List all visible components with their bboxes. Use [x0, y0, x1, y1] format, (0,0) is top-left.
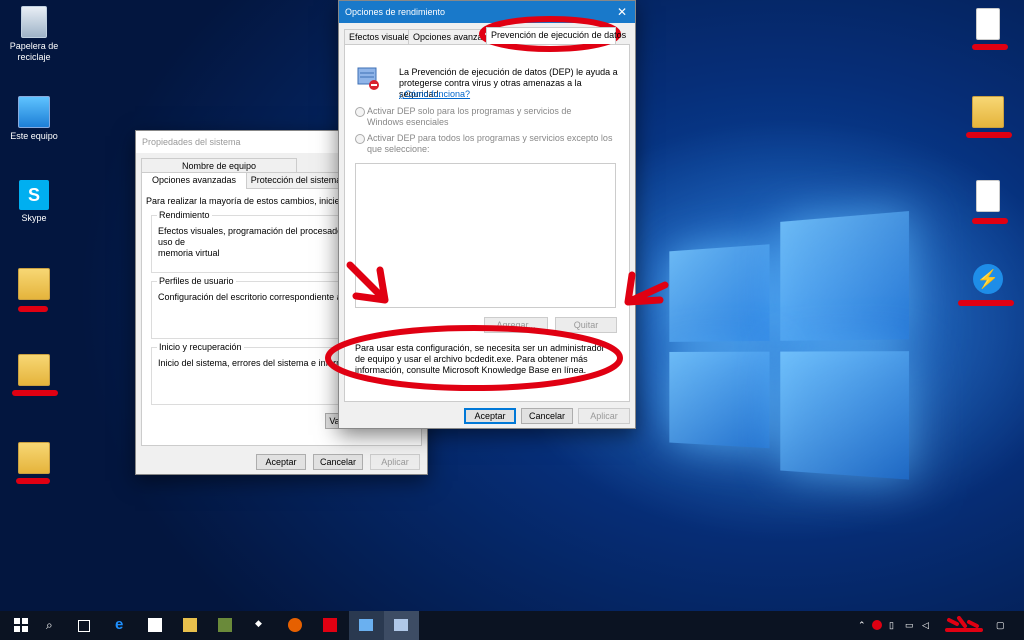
- taskbar-item-active[interactable]: [349, 611, 384, 640]
- app-icon[interactable]: [218, 618, 232, 632]
- annotation-arrow-left: [346, 261, 389, 304]
- annotation-circle-note: [325, 325, 623, 391]
- annotation-arrow-right: [624, 271, 669, 306]
- taskbar-item-active[interactable]: [384, 611, 419, 640]
- chevron-up-icon[interactable]: ⌃: [858, 620, 866, 631]
- task-view-icon[interactable]: [78, 620, 90, 632]
- network-icon[interactable]: ▯: [889, 620, 894, 631]
- system-properties-taskbar-icon: [359, 619, 373, 631]
- store-icon[interactable]: [148, 618, 162, 632]
- file-explorer-icon[interactable]: [183, 618, 197, 632]
- tab-data-execution-prevention[interactable]: Prevención de ejecución de datos: [486, 27, 626, 44]
- performance-taskbar-icon: [394, 619, 408, 631]
- clock-redacted[interactable]: [945, 616, 985, 636]
- red-annotations: [325, 16, 669, 391]
- redacted-app-icon[interactable]: [323, 618, 337, 632]
- edge-icon[interactable]: e: [115, 616, 129, 633]
- unity-icon[interactable]: ◆: [255, 618, 269, 632]
- volume-icon[interactable]: ◁: [922, 620, 929, 631]
- taskbar: ⌕ e ◆ ⌃ ▯ ▭ ◁ ▢: [0, 611, 1024, 640]
- search-icon[interactable]: ⌕: [46, 618, 60, 632]
- start-button[interactable]: [14, 618, 28, 632]
- notifications-icon[interactable]: ▢: [996, 620, 1005, 631]
- battery-icon[interactable]: ▭: [905, 620, 914, 631]
- tab-advanced-options[interactable]: Opciones avanzadas: [141, 172, 247, 189]
- firefox-icon[interactable]: [288, 618, 302, 632]
- mega-icon[interactable]: [872, 620, 882, 630]
